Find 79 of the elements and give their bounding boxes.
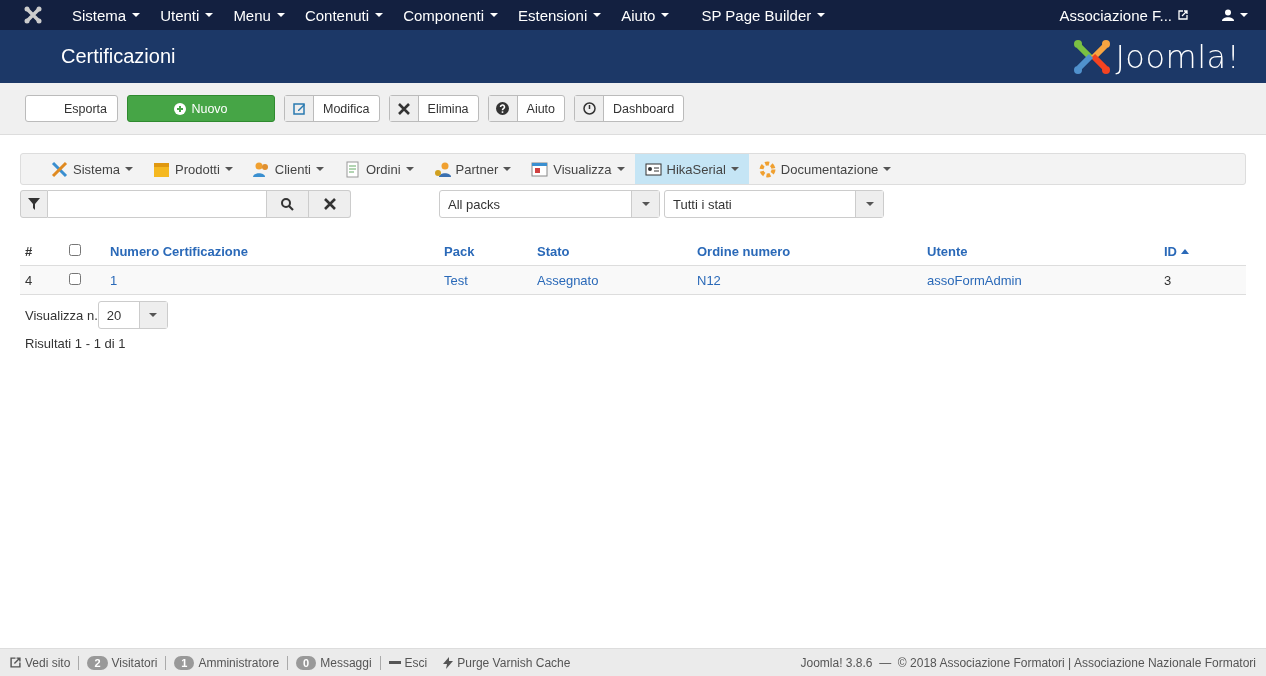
menu-item[interactable]: Contenuti [294,6,394,24]
search-icon [281,197,294,211]
select-all-checkbox[interactable] [69,244,81,256]
users-icon [252,160,270,178]
table-cell[interactable]: assoFormAdmin [922,272,1159,288]
question-circle-icon [496,102,510,115]
submenu-item[interactable]: Documentazione [748,154,902,184]
lifebuoy-icon [758,160,776,178]
external-link-icon [1178,10,1188,20]
table-cell[interactable]: 3 [1159,272,1246,288]
minus-icon [388,660,401,665]
user-coin-icon [433,160,451,178]
submenu-item[interactable]: Sistema [41,154,143,184]
clear-button[interactable] [309,190,351,218]
submenu-item[interactable]: Clienti [242,154,334,184]
column-header[interactable]: Utente [922,244,1159,259]
toolbar-button[interactable]: Modifica [284,95,380,122]
page-size-select[interactable]: 20 [97,301,168,329]
column-header[interactable]: Stato [532,244,692,259]
submenu-item[interactable]: Prodotti [142,154,243,184]
status-item[interactable]: Vedi sito [10,655,80,670]
status-item[interactable]: Purge Varnish Cache [435,655,579,670]
menu-item[interactable]: Utenti [150,6,224,24]
joomla-logo-icon[interactable] [24,6,42,24]
export-button[interactable]: Esporta [25,95,118,122]
joomla-logo-icon [1073,37,1112,76]
menu-item[interactable]: Estensioni [508,6,612,24]
submenu-item[interactable]: HikaSerial [634,154,749,184]
submenu-item[interactable]: Partner [423,154,522,184]
box-icon [152,160,170,178]
menu-item[interactable]: Componenti [393,6,508,24]
menu-item[interactable]: Sistema [62,6,151,24]
toolbar-button[interactable]: Dashboard [574,95,685,122]
status-item[interactable]: 1 Amministratore [166,655,289,670]
external-link-icon [10,657,21,668]
bolt-icon [443,656,454,669]
select-field[interactable]: Tutti i stati [664,190,884,218]
page-size-label: Visualizza n. [25,307,98,323]
close-icon [323,198,336,210]
column-header[interactable]: Pack [439,244,532,259]
sort-up-icon [1181,249,1189,254]
page-title: Certificazioni [61,45,176,68]
window-icon [531,160,549,178]
search-button[interactable] [267,190,309,218]
status-item[interactable]: Esci [380,655,436,670]
document-icon [343,160,361,178]
table-cell-text: 4 [24,272,34,288]
filter-icon [20,190,48,218]
card-icon [644,160,662,178]
user-icon [1222,9,1234,21]
select-field[interactable]: All packs [439,190,660,218]
table-cell[interactable]: Test [439,272,532,288]
site-link[interactable]: Associazione F... [1049,6,1198,24]
close-icon [397,102,410,115]
toolbar-button[interactable]: Aiuto [487,95,566,122]
status-item[interactable]: 0 Messaggi [288,655,381,670]
column-header[interactable]: Numero Certificazione [105,244,439,259]
table-cell[interactable]: N12 [692,272,922,288]
results-count: Risultati 1 - 1 di 1 [24,336,127,351]
toolbar-button[interactable]: Elimina [388,95,479,122]
menu-item[interactable]: Menu [223,6,295,24]
status-item[interactable]: 2 Visitatori [79,655,167,670]
edit-icon [292,102,306,115]
logo-text: Joomla! [1115,37,1240,76]
search-field[interactable] [48,190,267,218]
plus-circle-icon [174,102,187,115]
submenu-item[interactable]: Visualizza [521,154,635,184]
tools-icon [51,160,68,178]
submenu-item[interactable]: Ordini [333,154,424,184]
table-cell[interactable]: Assegnato [532,272,692,288]
gauge-icon [582,102,596,115]
column-header[interactable]: ID [1159,244,1246,259]
menu-item[interactable]: Aiuto [611,6,680,24]
column-header: # [24,244,34,259]
menu-item[interactable]: SP Page Builder [691,6,836,24]
row-checkbox[interactable] [69,272,81,285]
column-header[interactable]: Ordine numero [692,244,922,259]
table-cell[interactable]: 1 [105,272,439,288]
footer-text: Joomla! 3.8.6 — © 2018 Associazione Formatori | Associazione Nazionale Formatori [800,655,1256,670]
